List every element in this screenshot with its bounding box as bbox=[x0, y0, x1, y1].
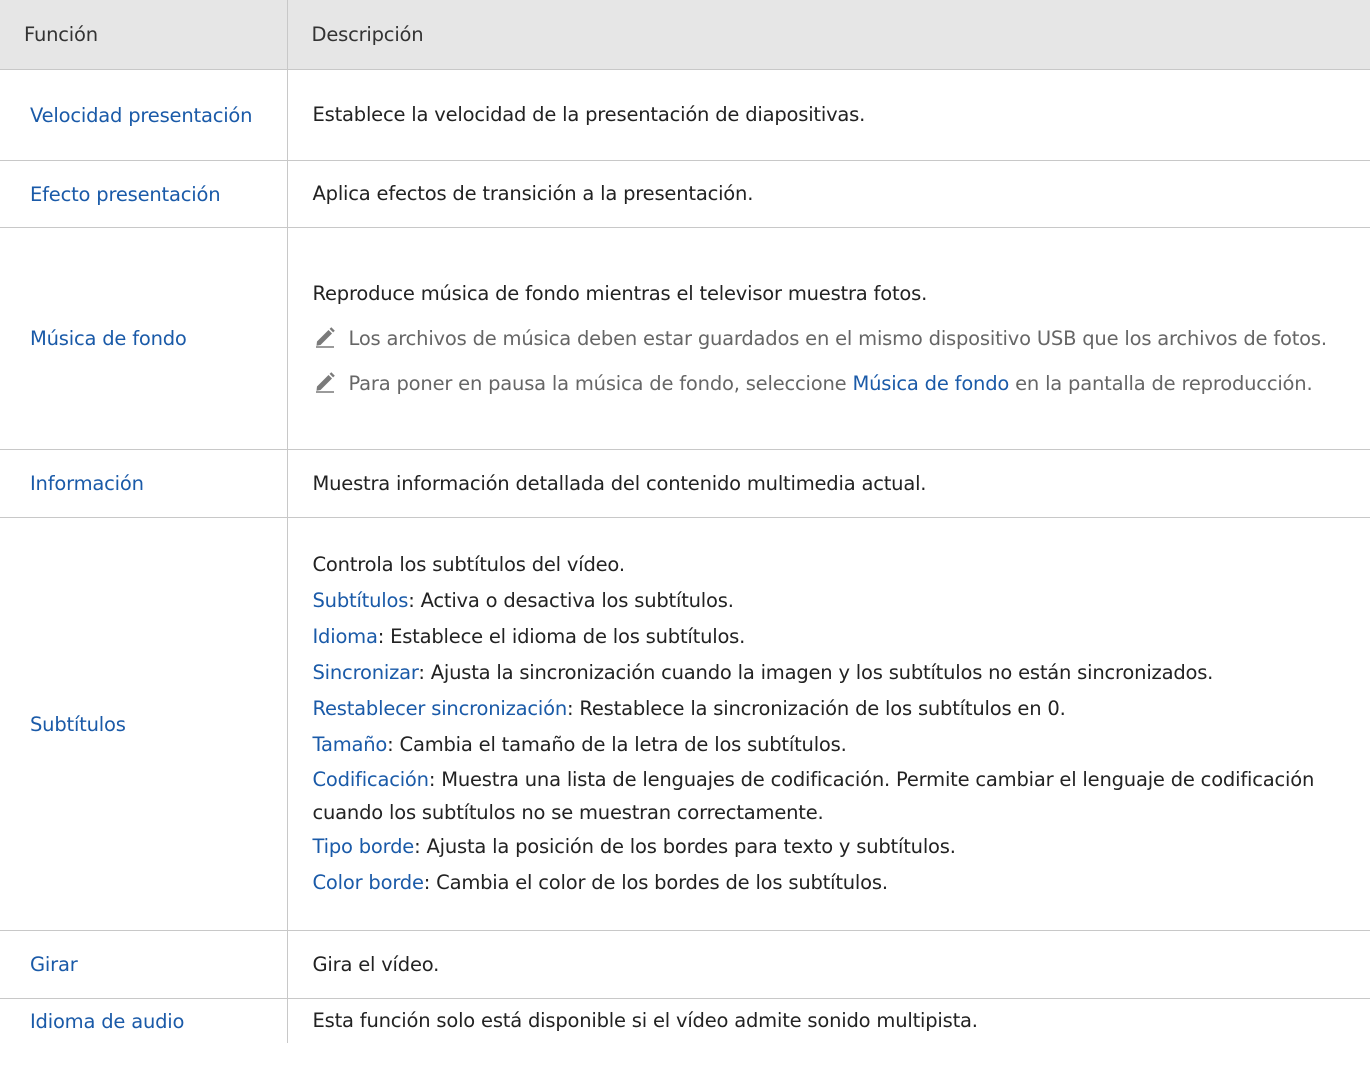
function-name: Información bbox=[0, 449, 287, 518]
note-text: en la pantalla de reproducción. bbox=[1009, 371, 1313, 395]
function-name: Efecto presentación bbox=[0, 160, 287, 228]
table-row: Música de fondo Reproduce música de fond… bbox=[0, 227, 1370, 450]
option-key: Tipo borde bbox=[312, 835, 415, 858]
table-row: Idioma de audio Esta función solo está d… bbox=[0, 998, 1370, 1043]
option-key: Idioma bbox=[312, 625, 378, 648]
function-description: Reproduce música de fondo mientras el te… bbox=[312, 281, 928, 305]
function-description: Controla los subtítulos del vídeo. bbox=[312, 553, 626, 576]
function-description-cell: Controla los subtítulos del vídeo. Subtí… bbox=[286, 517, 1370, 931]
table-row: Efecto presentación Aplica efectos de tr… bbox=[0, 160, 1370, 228]
option-text: : Muestra una lista de lenguajes de codi… bbox=[312, 768, 1315, 824]
note-text: Para poner en pausa la música de fondo, … bbox=[348, 371, 853, 395]
pencil-note-icon bbox=[315, 371, 335, 393]
header-function: Función bbox=[0, 0, 287, 70]
table-header-row: Función Descripción bbox=[0, 0, 1370, 70]
function-description-cell: Reproduce música de fondo mientras el te… bbox=[286, 227, 1370, 450]
option-key: Color borde bbox=[312, 871, 424, 894]
function-name: Girar bbox=[0, 930, 287, 999]
option-line: Restablecer sincronización: Restablece l… bbox=[313, 691, 1341, 727]
option-line: Tamaño: Cambia el tamaño de la letra de … bbox=[313, 727, 1341, 763]
option-text: : Activa o desactiva los subtítulos. bbox=[408, 589, 734, 612]
option-text: : Restablece la sincronización de los su… bbox=[567, 697, 1066, 720]
table-row: Velocidad presentación Establece la velo… bbox=[0, 69, 1370, 161]
option-line: Subtítulos: Activa o desactiva los subtí… bbox=[313, 583, 1341, 619]
option-key: Restablecer sincronización bbox=[312, 697, 568, 720]
option-text: : Ajusta la sincronización cuando la ima… bbox=[418, 661, 1214, 684]
function-description: Esta función solo está disponible si el … bbox=[286, 998, 1370, 1043]
function-name: Idioma de audio bbox=[30, 1009, 185, 1033]
option-line: Color borde: Cambia el color de los bord… bbox=[313, 865, 1341, 901]
option-key: Tamaño bbox=[312, 733, 388, 756]
note-text: Los archivos de música deben estar guard… bbox=[348, 326, 1328, 350]
option-line: Idioma: Establece el idioma de los subtí… bbox=[313, 619, 1341, 655]
option-key: Subtítulos bbox=[312, 589, 409, 612]
option-key: Codificación bbox=[312, 768, 430, 791]
pencil-note-icon bbox=[315, 326, 335, 348]
function-name: Subtítulos bbox=[0, 517, 287, 931]
option-text: : Ajusta la posición de los bordes para … bbox=[414, 835, 956, 858]
function-description: Gira el vídeo. bbox=[286, 930, 1370, 999]
option-line: Tipo borde: Ajusta la posición de los bo… bbox=[313, 829, 1341, 865]
function-description: Establece la velocidad de la presentació… bbox=[286, 69, 1370, 161]
function-description: Muestra información detallada del conten… bbox=[286, 449, 1370, 518]
option-text: : Establece el idioma de los subtítulos. bbox=[377, 625, 746, 648]
header-description: Descripción bbox=[286, 0, 1370, 70]
note: Los archivos de música deben estar guard… bbox=[313, 321, 1341, 357]
menu-reference: Música de fondo bbox=[852, 371, 1010, 395]
option-text: : Cambia el tamaño de la letra de los su… bbox=[387, 733, 847, 756]
table-row: Información Muestra información detallad… bbox=[0, 449, 1370, 518]
function-name: Música de fondo bbox=[0, 227, 287, 450]
function-description: Aplica efectos de transición a la presen… bbox=[286, 160, 1370, 228]
option-line: Sincronizar: Ajusta la sincronización cu… bbox=[313, 655, 1341, 691]
option-text: : Cambia el color de los bordes de los s… bbox=[423, 871, 888, 894]
table-row: Girar Gira el vídeo. bbox=[0, 930, 1370, 999]
table-row: Subtítulos Controla los subtítulos del v… bbox=[0, 517, 1370, 931]
note: Para poner en pausa la música de fondo, … bbox=[313, 366, 1341, 402]
function-table: Función Descripción Velocidad presentaci… bbox=[0, 0, 1370, 1043]
function-name: Velocidad presentación bbox=[0, 69, 287, 161]
option-line: Codificación: Muestra una lista de lengu… bbox=[313, 763, 1341, 829]
option-key: Sincronizar bbox=[312, 661, 419, 684]
